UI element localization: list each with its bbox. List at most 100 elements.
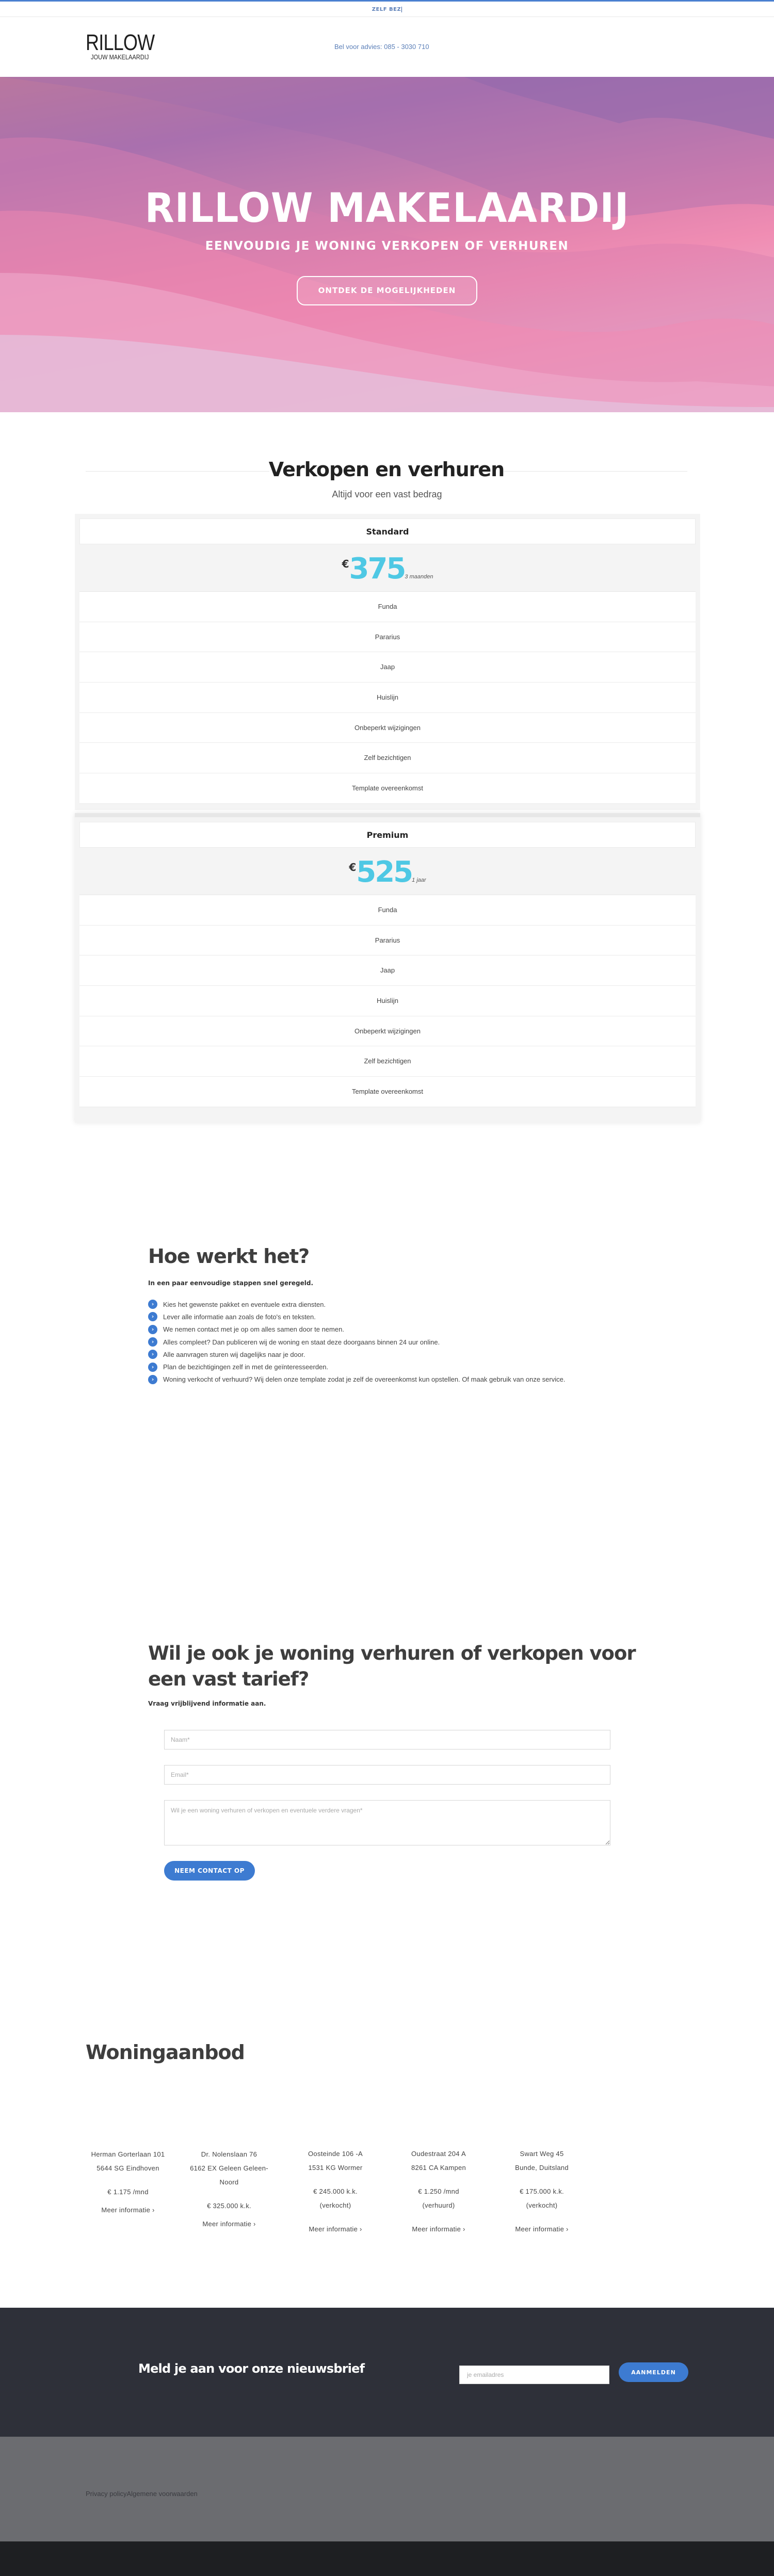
listing-price: € 1.175 /mnd — [107, 2188, 149, 2196]
listing-status: (verkocht) — [526, 2201, 558, 2209]
bottom-bar — [0, 2541, 774, 2576]
plan-feature: Onbeperkt wijzigingen — [79, 712, 696, 743]
plan-feature: Huislijn — [79, 683, 696, 713]
newsletter-section: Meld je aan voor onze nieuwsbrief AANMEL… — [0, 2308, 774, 2437]
plan-feature: Template overeenkomst — [79, 773, 696, 804]
plan-feature: Onbeperkt wijzigingen — [79, 1016, 696, 1047]
listing-street: Dr. Nolenslaan 76 — [201, 2150, 257, 2158]
listing-card: Oosteinde 106 -A 1531 KG Wormer € 245.00… — [289, 2147, 382, 2236]
plan-feature: Zelf bezichtigen — [79, 1046, 696, 1077]
listing-card: Oudestraat 204 A 8261 CA Kampen € 1.250 … — [392, 2147, 485, 2236]
step-text: We nemen contact met je op om alles same… — [163, 1325, 344, 1334]
privacy-policy-link[interactable]: Privacy policy — [86, 2490, 126, 2498]
listing-street: Swart Weg 45 — [520, 2150, 564, 2158]
more-info-link[interactable]: Meer informatie › — [185, 2217, 273, 2231]
listing-card: Dr. Nolenslaan 76 6162 EX Geleen Geleen-… — [185, 2147, 273, 2231]
email-field[interactable] — [164, 1765, 610, 1785]
step-text: Kies het gewenste pakket en eventuele ex… — [163, 1300, 326, 1308]
chevron-right-circle-icon: › — [148, 1374, 157, 1384]
step-item: › Plan de bezichtigingen zelf in met de g… — [148, 1360, 565, 1373]
step-item: › Lever alle informatie aan zoals de foto… — [148, 1310, 565, 1323]
plan-feature: Template overeenkomst — [79, 1077, 696, 1107]
listing-city: 1531 KG Wormer — [308, 2164, 363, 2172]
more-info-link[interactable]: Meer informatie › — [289, 2222, 382, 2236]
steps-list: › Kies het gewenste pakket en eventuele e… — [148, 1298, 565, 1386]
listing-city: 6162 EX Geleen Geleen-Noord — [190, 2164, 268, 2186]
more-info-link[interactable]: Meer informatie › — [495, 2222, 588, 2236]
discover-options-button[interactable]: ONTDEK DE MOGELIJKHEDEN — [297, 276, 477, 305]
more-info-link[interactable]: Meer informatie › — [392, 2222, 485, 2236]
step-item: › Alle aanvragen sturen wij dagelijks naa… — [148, 1348, 565, 1360]
chevron-right-circle-icon: › — [148, 1312, 157, 1322]
step-item: › Kies het gewenste pakket en eventuele e… — [148, 1298, 565, 1310]
listing-card: Herman Gorterlaan 101 5644 SG Eindhoven … — [82, 2147, 174, 2217]
message-field[interactable] — [164, 1800, 610, 1845]
newsletter-email-input[interactable] — [459, 2366, 609, 2384]
plan-feature: Pararius — [79, 622, 696, 653]
plan-feature: Zelf bezichtigen — [79, 743, 696, 774]
listing-street: Oosteinde 106 -A — [308, 2150, 363, 2158]
pricing-heading: Verkopen en verhuren — [86, 458, 687, 484]
currency-symbol: € — [349, 861, 357, 873]
logo[interactable]: RILLOW JOUW MAKELAARDIJ — [86, 31, 168, 61]
plan-name: Premium — [79, 822, 696, 848]
more-info-link[interactable]: Meer informatie › — [82, 2203, 174, 2217]
listings-title: Woningaanbod — [86, 2041, 245, 2064]
divider-line — [504, 471, 687, 472]
listing-status: (verhuurd) — [422, 2201, 455, 2209]
footer: Privacy policyAlgemene voorwaarden — [0, 2437, 774, 2541]
plan-price: €5251 jaar — [79, 848, 696, 895]
newsletter-title: Meld je aan voor onze nieuwsbrief — [138, 2361, 365, 2376]
listing-price: € 245.000 k.k. — [313, 2188, 358, 2195]
price-amount: 375 — [349, 552, 406, 586]
plan-feature: Pararius — [79, 925, 696, 956]
plan-name: Standard — [79, 519, 696, 544]
plan-feature: Huislijn — [79, 986, 696, 1016]
logo-main-text: RILLOW — [86, 30, 155, 55]
currency-symbol: € — [342, 558, 349, 570]
listing-price: € 325.000 k.k. — [207, 2202, 251, 2210]
pricing-table-standard: Standard €3753 maanden Funda Pararius Ja… — [75, 514, 700, 810]
chevron-right-circle-icon: › — [148, 1350, 157, 1359]
contact-submit-button[interactable]: NEEM CONTACT OP — [164, 1861, 255, 1881]
chevron-right-circle-icon: › — [148, 1324, 157, 1334]
step-item: › We nemen contact met je op om alles sam… — [148, 1323, 565, 1336]
newsletter-subscribe-button[interactable]: AANMELDEN — [619, 2362, 688, 2382]
step-item: › Woning verkocht of verhuurd? Wij delen … — [148, 1373, 565, 1386]
chevron-right-circle-icon: › — [148, 1300, 157, 1309]
chevron-right-circle-icon: › — [148, 1337, 157, 1347]
top-bar: ZELF BEZ — [0, 0, 774, 17]
divider-line — [86, 471, 269, 472]
price-period: 3 maanden — [405, 574, 433, 580]
plan-feature: Jaap — [79, 652, 696, 683]
price-period: 1 jaar — [412, 877, 426, 883]
chevron-right-circle-icon: › — [148, 1362, 157, 1372]
listing-city: Bunde, Duitsland — [515, 2164, 569, 2172]
listing-street: Herman Gorterlaan 101 — [91, 2150, 165, 2158]
contact-title: Wil je ook je woning verhuren of verkope… — [148, 1642, 636, 1690]
pricing-table-premium: Premium €5251 jaar Funda Pararius Jaap H… — [75, 813, 700, 1123]
plan-feature: Jaap — [79, 955, 696, 986]
site-header: RILLOW JOUW MAKELAARDIJ Bel voor advies:… — [0, 17, 774, 77]
step-item: › Alles compleet? Dan publiceren wij de w… — [148, 1336, 565, 1348]
plan-feature: Funda — [79, 895, 696, 926]
plan-feature: Funda — [79, 592, 696, 622]
step-text: Lever alle informatie aan zoals de foto'… — [163, 1313, 316, 1321]
hero-subtitle: EENVOUDIG JE WONING VERKOPEN OF VERHUREN — [205, 239, 569, 253]
logo-tagline: JOUW MAKELAARDIJ — [91, 53, 149, 61]
plan-price: €3753 maanden — [79, 544, 696, 592]
step-text: Alle aanvragen sturen wij dagelijks naar… — [163, 1350, 305, 1358]
step-text: Woning verkocht of verhuurd? Wij delen o… — [163, 1375, 566, 1384]
phone-advice[interactable]: Bel voor advies: 085 - 3030 710 — [334, 43, 429, 51]
price-amount: 525 — [356, 855, 413, 889]
hero-title: RILLOW MAKELAARDIJ — [144, 185, 630, 232]
hero-banner: RILLOW MAKELAARDIJ EENVOUDIG JE WONING V… — [0, 77, 774, 412]
terms-link[interactable]: Algemene voorwaarden — [126, 2490, 197, 2498]
step-text: Alles compleet? Dan publiceren wij de wo… — [163, 1338, 440, 1346]
listing-city: 5644 SG Eindhoven — [96, 2164, 159, 2172]
listing-price: € 1.250 /mnd — [418, 2188, 459, 2195]
name-field[interactable] — [164, 1730, 610, 1749]
listing-city: 8261 CA Kampen — [411, 2164, 466, 2172]
pricing-title: Verkopen en verhuren — [268, 458, 505, 481]
step-text: Plan de bezichtigingen zelf in met de ge… — [163, 1363, 329, 1371]
